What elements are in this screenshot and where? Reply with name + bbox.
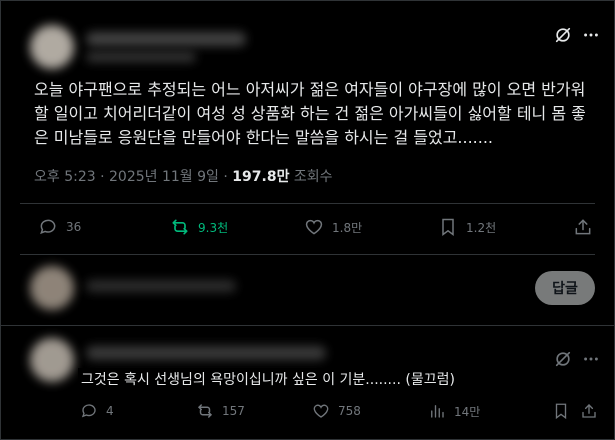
reply-like-count: 758 xyxy=(338,404,361,418)
reply-button[interactable]: 답글 xyxy=(535,271,595,305)
heart-icon xyxy=(305,219,323,235)
reply-views-count: 14만 xyxy=(454,404,481,419)
reply-repost-action[interactable]: 157 xyxy=(196,402,245,420)
heart-icon xyxy=(313,404,329,418)
more-icon[interactable] xyxy=(580,348,602,370)
reply-views-action[interactable]: 14만 xyxy=(428,402,480,420)
repost-action[interactable]: 9.3천 xyxy=(170,217,228,237)
repost-icon xyxy=(198,404,212,418)
author-handle[interactable] xyxy=(86,52,196,62)
reply-reply-count: 4 xyxy=(106,404,114,418)
reply-text: 그것은 혹시 선생님의 욕망이십니까 싶은 이 기분........ (물끄럼) xyxy=(78,368,471,392)
post-time[interactable]: 오후 5:23 xyxy=(34,169,96,185)
grok-icon[interactable] xyxy=(552,348,574,370)
reply-action[interactable]: 36 xyxy=(38,217,81,237)
post-meta: 오후 5:23 · 2025년 11월 9일 · 197.8만 조회수 xyxy=(34,166,333,186)
author-avatar[interactable] xyxy=(30,25,74,69)
more-icon[interactable] xyxy=(580,24,602,46)
like-count: 1.8만 xyxy=(332,220,363,235)
views-icon xyxy=(431,405,444,418)
divider xyxy=(20,254,595,255)
compose-placeholder[interactable] xyxy=(86,280,236,292)
bookmark-count: 1.2천 xyxy=(466,220,497,235)
reply-repost-count: 157 xyxy=(222,404,245,418)
reply-bookmark-action[interactable] xyxy=(552,402,578,420)
reply-like-action[interactable]: 758 xyxy=(312,402,361,420)
reply-author-name[interactable] xyxy=(86,346,326,360)
post-views-count: 197.8만 xyxy=(232,169,290,185)
reply-share-action[interactable] xyxy=(580,402,606,420)
post-text: 오늘 야구팬으로 추정되는 어느 아저씨가 젊은 여자들이 야구장에 많이 오면… xyxy=(34,80,586,147)
bookmark-action[interactable]: 1.2천 xyxy=(438,217,496,237)
my-avatar[interactable] xyxy=(30,266,74,310)
divider xyxy=(0,325,615,326)
reply-reply-action[interactable]: 4 xyxy=(80,402,114,420)
reply-count: 36 xyxy=(66,220,82,234)
reply-icon xyxy=(40,219,56,235)
bookmark-icon xyxy=(555,403,567,420)
author-name[interactable] xyxy=(86,32,246,46)
post-date[interactable]: 2025년 11월 9일 xyxy=(109,169,219,185)
repost-count: 9.3천 xyxy=(198,220,229,235)
post-views-label: 조회수 xyxy=(293,169,333,185)
share-icon xyxy=(575,219,591,235)
bookmark-icon xyxy=(442,218,454,236)
share-action[interactable] xyxy=(573,217,601,237)
grok-icon[interactable] xyxy=(552,24,574,46)
repost-icon xyxy=(172,219,188,235)
reply-icon xyxy=(81,404,96,418)
divider xyxy=(20,203,595,204)
share-icon xyxy=(582,404,596,418)
meta-separator: · xyxy=(100,169,105,185)
like-action[interactable]: 1.8만 xyxy=(304,217,362,237)
meta-separator: · xyxy=(223,169,228,185)
reply-author-avatar[interactable] xyxy=(30,338,74,382)
